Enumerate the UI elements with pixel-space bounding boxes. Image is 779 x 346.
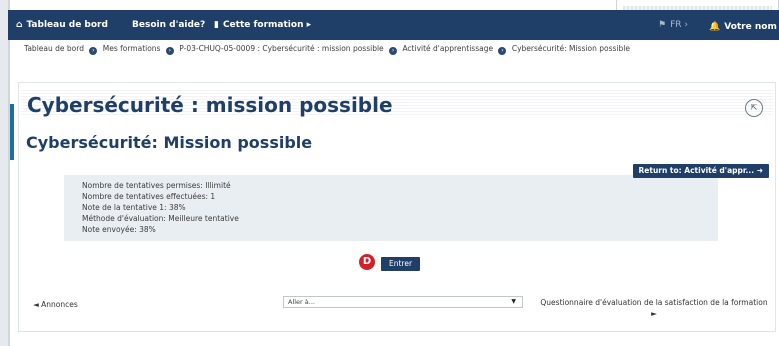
title-band: Cybersécurité : mission possible ⇱: [21, 89, 773, 117]
user-menu[interactable]: 🔔 Votre nom: [709, 12, 777, 42]
nav-help[interactable]: Besoin d'aide?: [132, 10, 205, 40]
nav-this-course[interactable]: ▮ Cette formation ▸: [214, 10, 311, 40]
return-button[interactable]: Return to: Activité d'appr... ➜: [632, 164, 769, 178]
caret-down-icon: ▼: [511, 298, 516, 305]
chevron-right-icon: ›: [89, 47, 98, 55]
bell-icon: 🔔: [709, 22, 721, 32]
book-icon: ▮: [214, 20, 219, 30]
expand-icon[interactable]: ⇱: [745, 99, 763, 117]
info-line: Note envoyée: 38%: [82, 225, 156, 234]
previous-activity-link[interactable]: ◄ Annonces: [33, 300, 78, 309]
flag-icon: ⚑: [658, 20, 667, 30]
page-title: Cybersécurité : mission possible: [27, 93, 393, 117]
info-line: Méthode d'évaluation: Meilleure tentativ…: [82, 214, 239, 223]
breadcrumb-current: Cybersécurité: Mission possible: [511, 44, 630, 53]
top-navigation-bar: ⌂ Tableau de bord Besoin d'aide? ▮ Cette f…: [8, 10, 779, 40]
info-line: Note de la tentative 1: 38%: [82, 203, 186, 212]
left-accent-bar: [10, 104, 14, 160]
info-line: Nombre de tentatives effectuées: 1: [82, 192, 216, 201]
info-line: Nombre de tentatives permises: Illimité: [82, 181, 231, 190]
breadcrumb-item[interactable]: Activité d'apprentissage: [402, 44, 493, 53]
chevron-right-icon: ›: [498, 47, 507, 55]
breadcrumb-item[interactable]: Tableau de bord: [24, 44, 84, 53]
enter-button[interactable]: Entrer: [381, 257, 421, 271]
nav-dashboard[interactable]: ⌂ Tableau de bord: [16, 10, 108, 40]
language-selector[interactable]: ⚑ FR ›: [658, 10, 688, 40]
step-badge: D: [359, 254, 375, 270]
jump-to-select-value: Aller à...: [288, 298, 315, 306]
sign-in-icon: ➜: [756, 166, 763, 175]
home-icon: ⌂: [16, 20, 23, 30]
chevron-right-icon: ›: [389, 47, 398, 55]
jump-to-select[interactable]: Aller à... ▼: [283, 296, 523, 308]
attempts-info-box: Nombre de tentatives permises: Illimité …: [64, 175, 718, 241]
breadcrumb-item[interactable]: Mes formations: [103, 44, 161, 53]
breadcrumb: Tableau de bord › Mes formations › P-03-…: [24, 44, 630, 55]
breadcrumb-item[interactable]: P-03-CHUQ-05-0009 : Cybersécurité : miss…: [179, 44, 383, 53]
chevron-right-icon: ›: [165, 47, 174, 55]
activity-card: Cybersécurité : mission possible ⇱ Cyber…: [18, 82, 776, 332]
next-activity-link[interactable]: Questionnaire d'évaluation de la satisfa…: [539, 297, 769, 319]
activity-title: Cybersécurité: Mission possible: [26, 133, 313, 152]
